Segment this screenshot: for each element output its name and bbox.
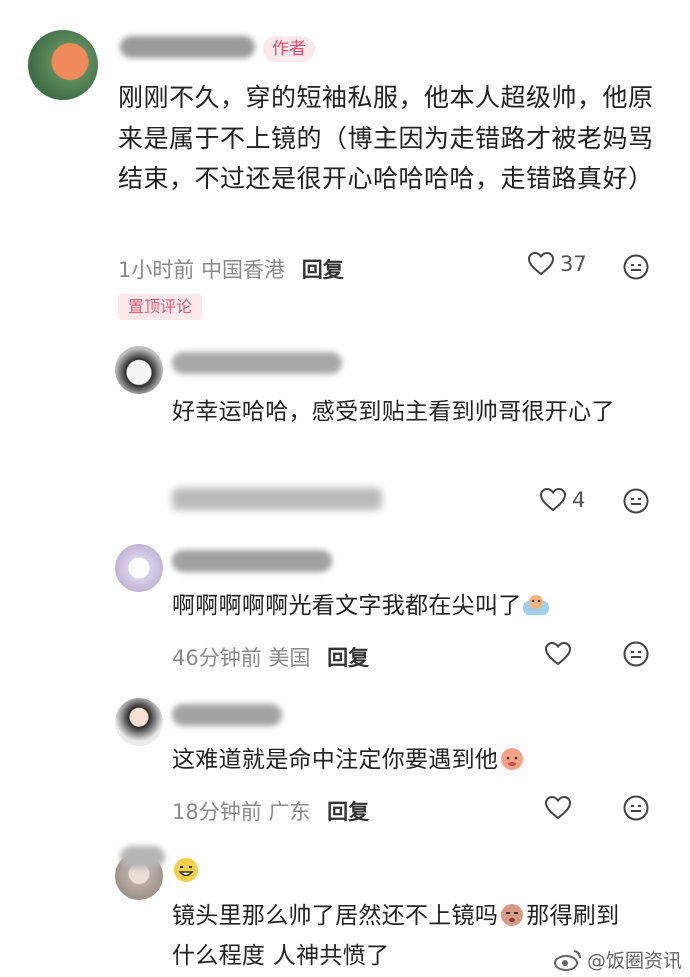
watermark-text: @饭圈资讯 [586,950,682,972]
smile-icon[interactable] [623,641,649,667]
scream-emoji-icon [522,595,549,615]
reply-time: 46分钟前 [172,646,262,670]
reply-username-blurred[interactable] [172,550,332,572]
grin-emoji-icon [174,858,198,882]
reply-username-blurred[interactable] [172,704,282,726]
reply-meta: 46分钟前 美国 回复 [172,642,369,672]
reply-time: 18分钟前 [172,800,262,824]
reply-text-content: 镜头里那么帅了居然还不上镜吗 [172,903,499,929]
main-comment-text: 刚刚不久，穿的短袖私服，他本人超级帅，他原来是属于不上镜的（博主因为走错路才被老… [118,83,654,193]
like-button[interactable]: 37 [528,252,587,276]
weibo-icon [553,949,581,971]
heart-icon [540,488,566,512]
like-count: 37 [560,252,587,276]
reply-meta-blurred [172,488,382,510]
comment-location: 中国香港 [201,258,286,282]
reply-username-blurred[interactable] [120,846,165,868]
author-avatar[interactable] [28,30,98,100]
smile-icon[interactable] [623,254,649,280]
crying-emoji-icon [501,904,524,926]
reply-button[interactable]: 回复 [327,800,369,824]
reply-button[interactable]: 回复 [302,258,344,282]
reply-username-blurred[interactable] [172,352,342,374]
heart-icon[interactable] [545,642,571,666]
reply-text: 这难道就是命中注定你要遇到他 [172,740,652,780]
reply-meta: 18分钟前 广东 回复 [172,796,369,826]
watermark: @饭圈资讯 [553,946,682,973]
author-name-blurred[interactable] [120,36,255,58]
reply-location: 广东 [268,800,311,824]
comment-time: 1小时前 [118,258,195,282]
smile-icon[interactable] [623,795,649,821]
reply-text-content: 这难道就是命中注定你要遇到他 [172,747,499,773]
reply-button[interactable]: 回复 [327,646,369,670]
reply-text: 好幸运哈哈，感受到贴主看到帅哥很开心了 [172,399,615,425]
smile-icon[interactable] [623,488,649,514]
heart-icon [528,252,554,276]
reply-avatar[interactable] [115,544,163,592]
reply-avatar[interactable] [115,346,163,394]
like-button[interactable]: 4 [540,488,585,512]
reply-text: 啊啊啊啊啊光看文字我都在尖叫了 [172,586,652,626]
like-count: 4 [572,488,586,512]
author-badge: 作者 [263,36,315,62]
main-comment-meta: 1小时前 中国香港 回复 [118,254,344,284]
heart-icon[interactable] [545,796,571,820]
pinned-comment-badge: 置顶评论 [118,294,203,320]
blush-emoji-icon [501,748,524,770]
reply-text-content: 啊啊啊啊啊光看文字我都在尖叫了 [172,593,522,619]
reply-location: 美国 [268,646,311,670]
reply-avatar[interactable] [115,698,163,746]
